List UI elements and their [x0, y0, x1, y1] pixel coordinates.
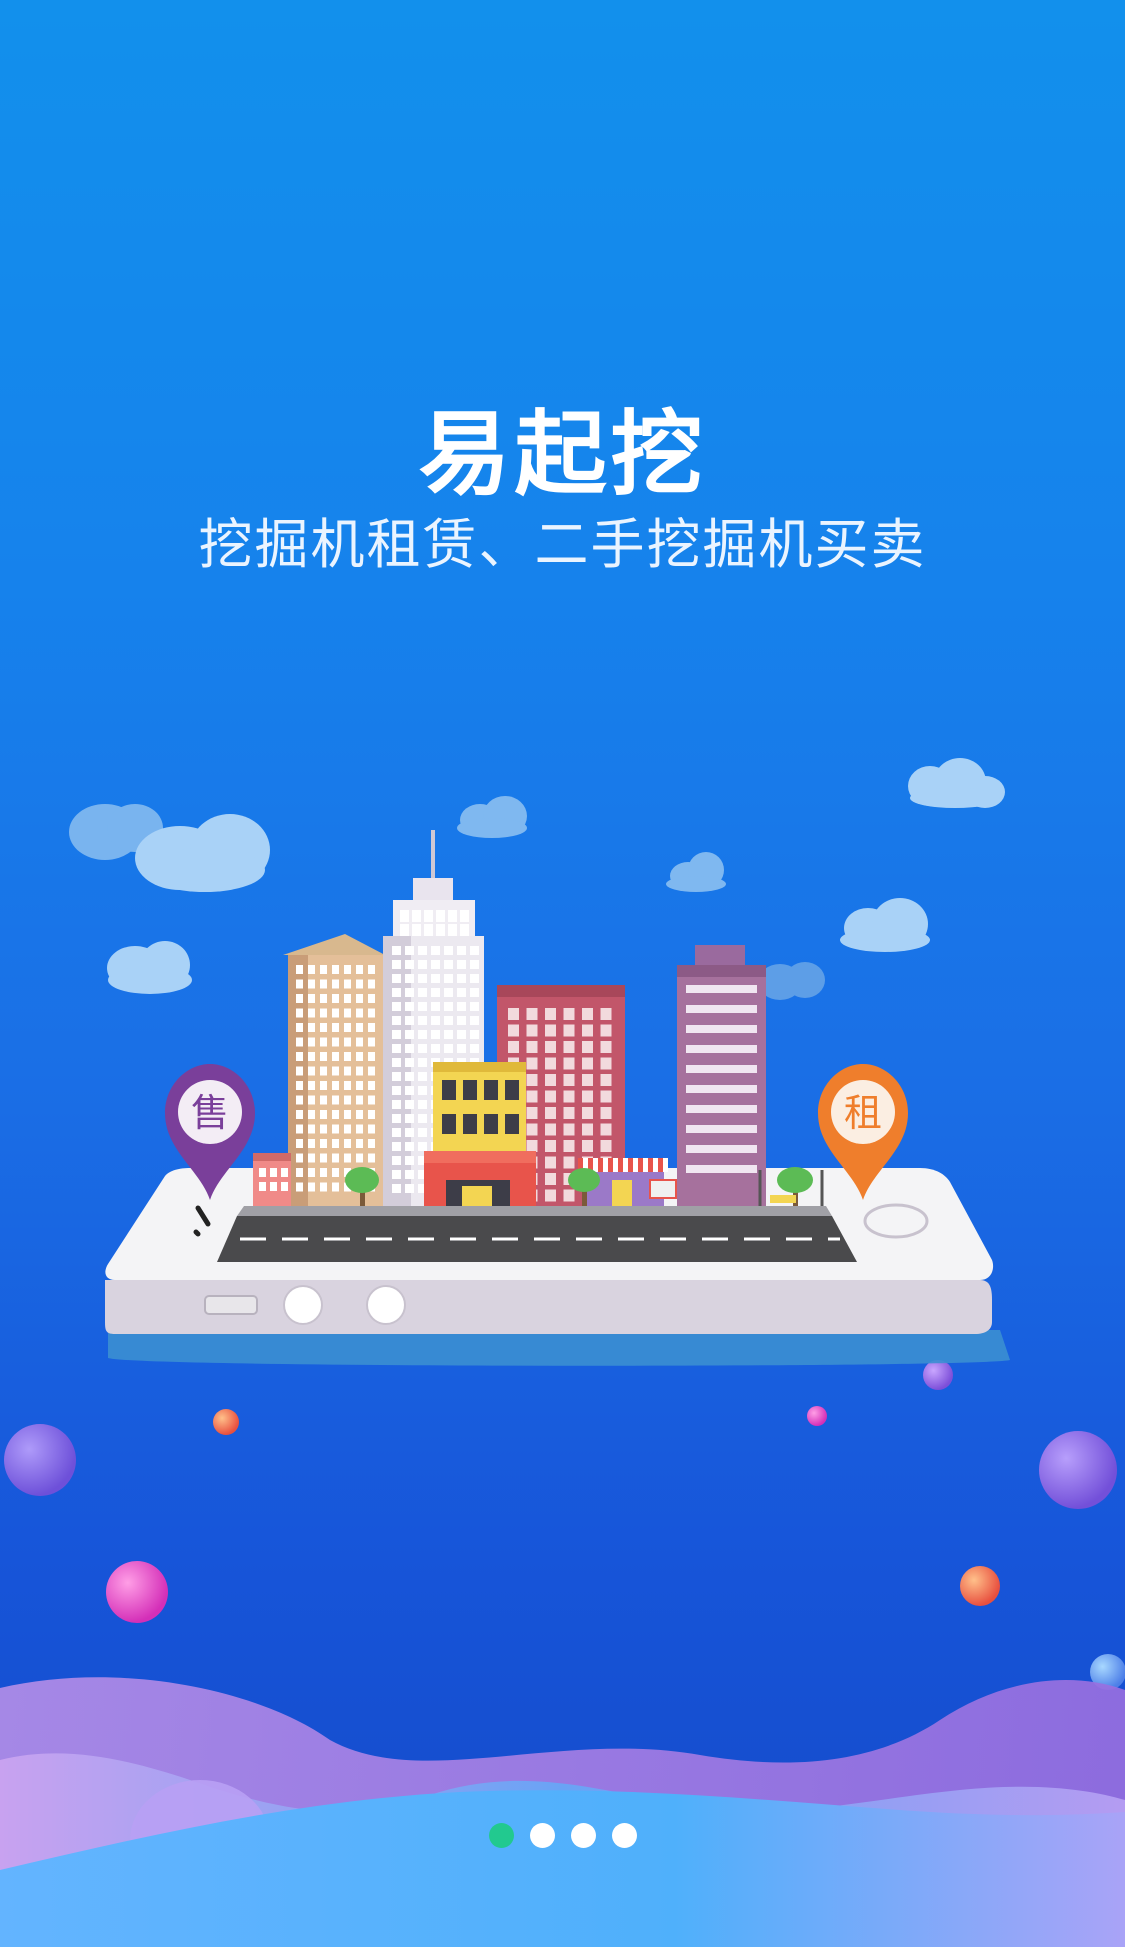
building-tan	[283, 934, 385, 1206]
app-title: 易起挖	[418, 401, 707, 508]
cloud	[107, 941, 192, 994]
phone-button	[283, 1285, 323, 1325]
cloud	[758, 962, 825, 1000]
phone-shadow	[108, 1330, 1010, 1366]
building-purple	[677, 945, 766, 1206]
city-phone-illustration: 售 租	[69, 758, 1010, 1366]
cloud	[908, 758, 1005, 808]
cloud	[457, 796, 527, 838]
rent-pin-label: 租	[844, 1091, 882, 1135]
bubble	[4, 1424, 76, 1496]
page-dot-2[interactable]	[529, 1823, 555, 1848]
splash-screen: 易起挖 挖掘机租赁、二手挖掘机买卖 售 租	[0, 0, 1125, 1947]
bubble	[106, 1561, 168, 1623]
yellow-bench	[770, 1195, 796, 1203]
bubble	[213, 1409, 239, 1435]
page-dot-1[interactable]	[488, 1823, 514, 1848]
bubble	[960, 1566, 1000, 1606]
page-dot-4[interactable]	[611, 1823, 637, 1848]
page-indicator[interactable]	[0, 1823, 1125, 1848]
phone-button	[366, 1285, 406, 1325]
phone-speaker	[204, 1295, 258, 1315]
sale-pin-label: 售	[191, 1091, 229, 1135]
bubble	[807, 1406, 827, 1426]
bubble	[1039, 1431, 1117, 1509]
app-tagline: 挖掘机租赁、二手挖掘机买卖	[198, 513, 927, 576]
sidewalk	[237, 1206, 832, 1216]
building-small-pink	[253, 1153, 291, 1206]
cloud	[666, 852, 726, 892]
building-yellow	[424, 1062, 536, 1206]
page-dot-3[interactable]	[570, 1823, 596, 1848]
cloud	[840, 898, 930, 952]
